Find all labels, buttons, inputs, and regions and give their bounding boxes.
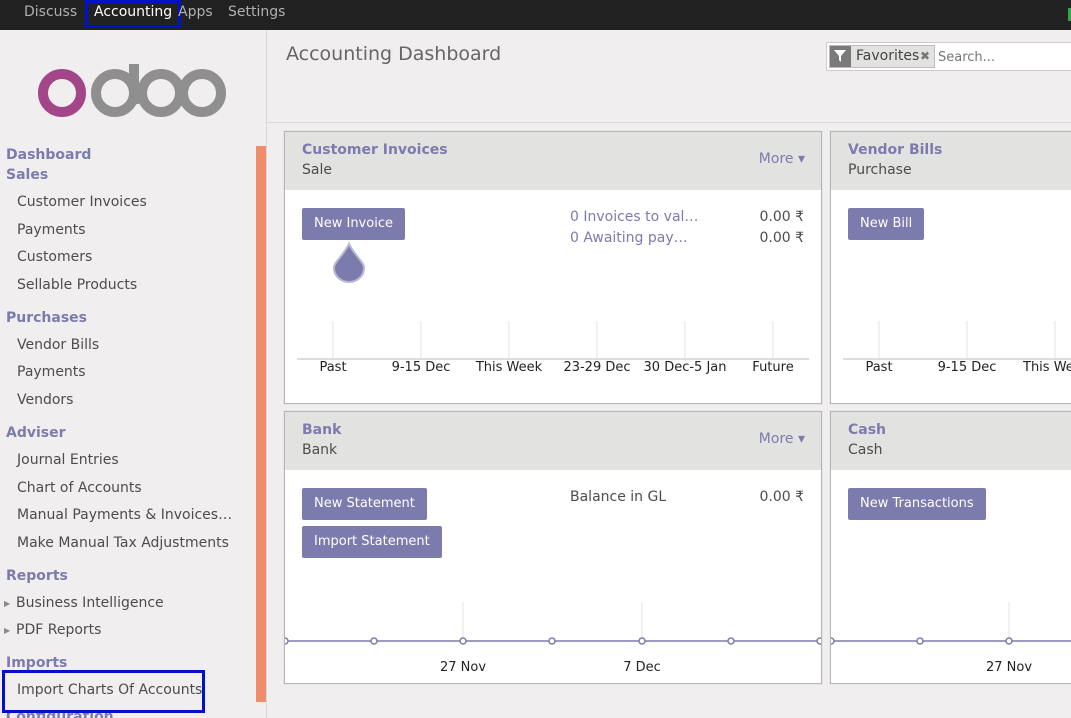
tip-drop-icon[interactable] [332, 241, 366, 283]
sidebar-item-chart-of-accounts[interactable]: Chart of Accounts [17, 480, 142, 496]
amount-to-validate: 0.00 ₹ [759, 209, 804, 225]
journal-card-cash: Cash Cash New Transactions 27 Nov [830, 411, 1071, 684]
facet-label: Favorites [856, 48, 920, 64]
sidebar-section-dashboard[interactable]: Dashboard [6, 147, 91, 163]
line-chart [285, 602, 821, 645]
axis-label-this-week: This Week [475, 360, 543, 375]
sidebar-section-purchases: Purchases [6, 310, 88, 326]
more-label: More [758, 151, 794, 167]
balance-label: Balance in GL [570, 489, 667, 505]
sidebar-item-customer-invoices[interactable]: Customer Invoices [17, 194, 147, 210]
sidebar-item-vendor-bills[interactable]: Vendor Bills [17, 337, 99, 353]
axis-label-23-29-dec: 23-29 Dec [563, 360, 631, 375]
card-title[interactable]: Vendor Bills [848, 142, 942, 158]
card-title[interactable]: Bank [302, 422, 341, 438]
sidebar-section-reports: Reports [6, 568, 68, 584]
sidebar-item-journal-entries[interactable]: Journal Entries [17, 452, 119, 468]
new-invoice-button[interactable]: New Invoice [302, 208, 405, 240]
new-statement-button[interactable]: New Statement [302, 488, 427, 520]
new-bill-button[interactable]: New Bill [848, 208, 925, 240]
bar-chart [297, 321, 809, 360]
bar-chart [843, 321, 1071, 360]
journal-card-vendor-bills: Vendor Bills Purchase New Bill Past 9-15… [830, 131, 1071, 404]
close-icon[interactable]: ✖ [920, 49, 930, 63]
axis-label-7-dec: 7 Dec [623, 660, 661, 675]
card-subtitle: Cash [848, 442, 883, 458]
sidebar-item-sales-payments[interactable]: Payments [17, 222, 86, 238]
amount-awaiting: 0.00 ₹ [759, 230, 804, 246]
sidebar-scrollbar[interactable] [256, 146, 266, 702]
sidebar-item-sellable-products[interactable]: Sellable Products [17, 277, 137, 293]
page-title: Accounting Dashboard [286, 43, 502, 65]
invoices-to-validate-link[interactable]: 0 Invoices to val… [570, 209, 698, 225]
menu-apps[interactable]: Apps [172, 0, 219, 30]
sidebar-section-sales: Sales [6, 167, 49, 183]
sidebar-item-manual-payments[interactable]: Manual Payments & Invoices… [17, 507, 232, 523]
sidebar-section-imports: Imports [6, 655, 68, 671]
axis-label-27-nov: 27 Nov [985, 660, 1033, 675]
menu-accounting[interactable]: Accounting [85, 0, 182, 28]
sidebar-item-manual-tax-adjustments[interactable]: Make Manual Tax Adjustments [17, 535, 229, 551]
card-subtitle: Purchase [848, 162, 912, 178]
card-title[interactable]: Cash [848, 422, 886, 438]
card-subtitle: Bank [302, 442, 338, 458]
more-dropdown[interactable]: More ▾ [759, 431, 805, 447]
more-dropdown[interactable]: More ▾ [759, 151, 805, 167]
selection-highlight [2, 670, 205, 713]
caret-down-icon: ▾ [797, 151, 805, 167]
card-header [285, 132, 821, 190]
sidebar-item-customers[interactable]: Customers [17, 249, 92, 265]
menu-settings[interactable]: Settings [222, 0, 291, 30]
axis-label-past: Past [865, 360, 893, 375]
axis-label-past: Past [319, 360, 347, 375]
axis-label-9-15-dec: 9-15 Dec [391, 360, 451, 375]
top-navbar: Discuss Accounting Apps Settings [0, 0, 1071, 30]
sidebar-item-purchase-payments[interactable]: Payments [17, 364, 86, 380]
new-transactions-button[interactable]: New Transactions [848, 488, 986, 520]
sidebar-item-vendors[interactable]: Vendors [17, 392, 73, 408]
sidebar-item-business-intelligence[interactable]: Business Intelligence [16, 595, 164, 611]
axis-label-9-15-dec: 9-15 Dec [937, 360, 997, 375]
menu-discuss[interactable]: Discuss [18, 0, 83, 30]
caret-right-icon[interactable]: ▶ [4, 626, 10, 635]
card-subtitle: Sale [302, 162, 332, 178]
caret-down-icon: ▾ [797, 431, 805, 447]
card-header [831, 412, 1071, 470]
axis-label-future: Future [752, 360, 794, 375]
filter-icon [830, 46, 851, 67]
balance-amount: 0.00 ₹ [759, 489, 804, 505]
sidebar-section-adviser: Adviser [6, 425, 66, 441]
import-statement-button[interactable]: Import Statement [302, 526, 442, 558]
search-facet-favorites[interactable]: Favorites ✖ [829, 45, 935, 68]
journal-card-customer-invoices: Customer Invoices Sale More ▾ New Invoic… [284, 131, 822, 404]
sidebar-item-pdf-reports[interactable]: PDF Reports [16, 622, 101, 638]
axis-label-this-week: This We [1023, 360, 1071, 375]
awaiting-payment-link[interactable]: 0 Awaiting pay… [570, 230, 688, 246]
line-chart [831, 602, 1071, 645]
axis-label-27-nov: 27 Nov [439, 660, 487, 675]
odoo-logo[interactable] [36, 64, 226, 122]
card-header [831, 132, 1071, 190]
axis-label-30-dec-5-jan: 30 Dec-5 Jan [643, 360, 727, 375]
caret-right-icon[interactable]: ▶ [4, 599, 10, 608]
search-input[interactable] [938, 48, 1068, 66]
card-header [285, 412, 821, 470]
card-title[interactable]: Customer Invoices [302, 142, 448, 158]
more-label: More [758, 431, 794, 447]
journal-card-bank: Bank Bank More ▾ New Statement Import St… [284, 411, 822, 684]
